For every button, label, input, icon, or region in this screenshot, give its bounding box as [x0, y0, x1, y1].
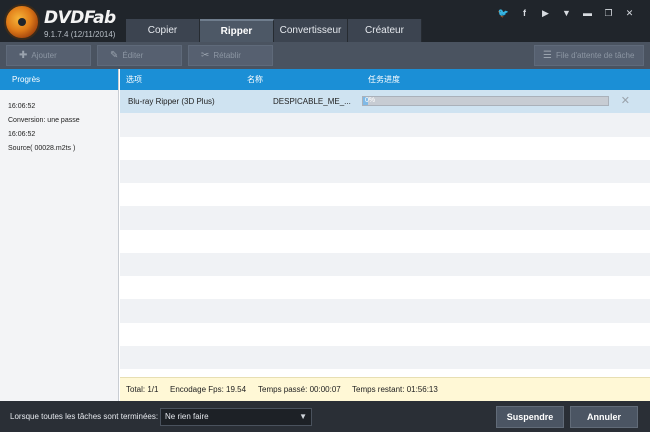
edit-label: Éditer [122, 51, 144, 60]
scissors-icon: ✂ [201, 50, 210, 61]
list-icon: ☰ [543, 50, 552, 61]
toolbar: ✚ Ajouter ✎ Éditer ✂ Rétablir ☰ File d'a… [0, 42, 650, 69]
task-table: 选项 名称 任务进度 Blu-ray Ripper (3D Plus) DESP… [120, 69, 650, 374]
table-row [120, 206, 650, 230]
edit-icon: ✎ [110, 50, 119, 61]
log-line: 16:06:52 [8, 131, 36, 138]
facebook-icon[interactable]: f [514, 6, 535, 20]
table-row[interactable]: Blu-ray Ripper (3D Plus) DESPICABLE_ME_.… [120, 90, 650, 114]
table-row [120, 183, 650, 207]
progress-log: 16:06:52 Conversion: une passe 16:06:52 … [0, 90, 118, 156]
table-row [120, 159, 650, 183]
refresh-label: Rétablir [213, 51, 241, 60]
twitter-icon[interactable]: 🐦 [493, 6, 514, 20]
bottom-bar: Lorsque toutes les tâches sont terminées… [0, 401, 650, 432]
edit-button[interactable]: ✎ Éditer [97, 45, 182, 66]
main-tabs: Copier Ripper Convertisseur Créateur [126, 19, 422, 42]
completion-action-select[interactable]: Ne rien faire ▼ [160, 408, 312, 426]
progress-label: 0% [365, 97, 376, 104]
logo-text: DVDFab [44, 8, 116, 28]
minimize-icon[interactable]: ▬ [577, 6, 598, 20]
chevron-down-icon: ▼ [299, 412, 307, 421]
tab-copier[interactable]: Copier [126, 19, 200, 42]
row-name: DESPICABLE_ME_... [273, 97, 351, 106]
row-option: Blu-ray Ripper (3D Plus) [128, 97, 215, 106]
plus-icon: ✚ [19, 50, 28, 61]
menu-dropdown-icon[interactable]: ▼ [556, 6, 577, 20]
tab-createur[interactable]: Créateur [348, 19, 422, 42]
tab-convertisseur[interactable]: Convertisseur [274, 19, 348, 42]
logo-disc-icon [4, 4, 40, 40]
table-row [120, 252, 650, 276]
column-header-name[interactable]: 名称 [247, 69, 263, 90]
close-icon[interactable]: ✕ [619, 6, 640, 20]
remove-task-icon[interactable]: ✕ [621, 90, 630, 113]
status-remaining: Temps restant: 01:56:13 [352, 385, 438, 394]
column-header-option[interactable]: 选项 [126, 69, 142, 90]
add-button[interactable]: ✚ Ajouter [6, 45, 91, 66]
table-row [120, 299, 650, 323]
table-row [120, 136, 650, 160]
table-row [120, 322, 650, 346]
app-logo: DVDFab 9.1.7.4 (12/11/2014) [4, 2, 124, 42]
status-total: Total: 1/1 [126, 385, 159, 394]
status-elapsed: Temps passé: 00:00:07 [258, 385, 341, 394]
table-header: 选项 名称 任务进度 [120, 69, 650, 90]
app-version: 9.1.7.4 (12/11/2014) [44, 30, 116, 39]
status-bar: Total: 1/1 Encodage Fps: 19.54 Temps pas… [120, 377, 650, 401]
task-queue-button[interactable]: ☰ File d'attente de tâche [534, 45, 644, 66]
status-fps: Encodage Fps: 19.54 [170, 385, 247, 394]
suspend-button[interactable]: Suspendre [496, 406, 564, 428]
table-row [120, 229, 650, 253]
restore-icon[interactable]: ❐ [598, 6, 619, 20]
log-line: Source( 00028.m2ts ) [8, 145, 76, 152]
log-line: Conversion: une passe [8, 117, 80, 124]
title-bar: DVDFab 9.1.7.4 (12/11/2014) Copier Rippe… [0, 0, 650, 42]
completion-action-value: Ne rien faire [165, 412, 209, 421]
tab-ripper[interactable]: Ripper [200, 19, 274, 42]
table-row [120, 113, 650, 137]
progress-panel: Progrès 16:06:52 Conversion: une passe 1… [0, 69, 119, 401]
table-row [120, 345, 650, 369]
refresh-button[interactable]: ✂ Rétablir [188, 45, 273, 66]
youtube-icon[interactable]: ▶ [535, 6, 556, 20]
column-header-progress[interactable]: 任务进度 [368, 69, 400, 90]
main-area: Progrès 16:06:52 Conversion: une passe 1… [0, 69, 650, 401]
table-row [120, 276, 650, 300]
row-progress-bar: 0% [362, 96, 609, 106]
log-line: 16:06:52 [8, 103, 36, 110]
progress-panel-header: Progrès [0, 69, 118, 90]
completion-action-label: Lorsque toutes les tâches sont terminées… [10, 412, 159, 421]
table-rows: Blu-ray Ripper (3D Plus) DESPICABLE_ME_.… [120, 90, 650, 369]
add-label: Ajouter [31, 51, 57, 60]
cancel-button[interactable]: Annuler [570, 406, 638, 428]
window-controls: 🐦 f ▶ ▼ ▬ ❐ ✕ [493, 6, 640, 20]
task-queue-label: File d'attente de tâche [555, 51, 635, 60]
